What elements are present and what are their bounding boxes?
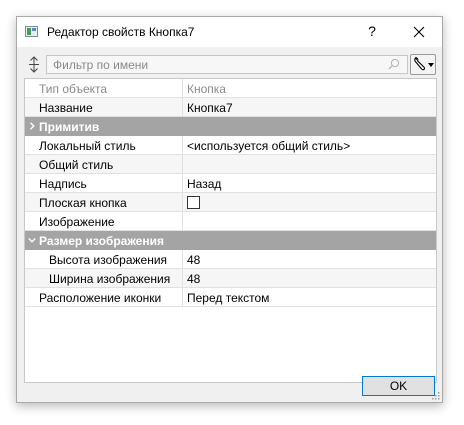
property-name: Надпись xyxy=(39,177,87,191)
category-name: Примитив xyxy=(39,120,100,134)
expand-vertical-icon[interactable] xyxy=(24,54,44,75)
property-row-icon-position[interactable]: Расположение иконки Перед текстом xyxy=(25,288,436,307)
filter-input[interactable] xyxy=(46,55,408,74)
column-separator xyxy=(182,174,183,193)
property-value[interactable]: 48 xyxy=(187,253,200,267)
property-row-image[interactable]: Изображение xyxy=(25,212,436,231)
tools-menu-button[interactable] xyxy=(410,54,436,75)
wrench-icon xyxy=(414,56,426,71)
column-separator xyxy=(182,136,183,155)
property-row-image-width[interactable]: Ширина изображения 48 xyxy=(25,269,436,288)
property-value[interactable]: Перед текстом xyxy=(187,291,269,305)
property-value[interactable]: Назад xyxy=(187,177,221,191)
property-row-name[interactable]: Название Кнопка7 xyxy=(25,98,436,117)
property-editor-dialog: Редактор свойств Кнопка7 ? Фильтр по име… xyxy=(16,16,443,403)
property-value: Кнопка xyxy=(187,82,226,96)
title-bar[interactable]: Редактор свойств Кнопка7 ? xyxy=(17,17,442,47)
category-name: Размер изображения xyxy=(39,234,164,248)
property-name: Локальный стиль xyxy=(39,139,136,153)
column-separator xyxy=(182,212,183,231)
close-button[interactable] xyxy=(409,23,429,41)
help-button[interactable]: ? xyxy=(362,23,382,39)
column-separator xyxy=(182,155,183,174)
chevron-down-icon xyxy=(428,63,434,67)
column-separator xyxy=(182,288,183,307)
chevron-right-icon[interactable] xyxy=(28,122,36,130)
property-row-object-type: Тип объекта Кнопка xyxy=(25,79,436,98)
property-row-image-height[interactable]: Высота изображения 48 xyxy=(25,250,436,269)
search-icon xyxy=(388,58,400,70)
chevron-down-icon[interactable] xyxy=(28,236,36,244)
app-window-icon xyxy=(25,26,38,37)
column-separator xyxy=(182,250,183,269)
category-row-primitive[interactable]: Примитив xyxy=(25,117,436,136)
ok-button[interactable]: OK xyxy=(362,376,435,396)
property-name: Название xyxy=(39,101,93,115)
property-grid: Тип объекта Кнопка Название Кнопка7 Прим… xyxy=(24,78,437,383)
property-value[interactable]: <используется общий стиль> xyxy=(187,139,350,153)
resize-grip-icon[interactable] xyxy=(432,392,440,400)
close-icon xyxy=(413,26,425,38)
property-row-common-style[interactable]: Общий стиль xyxy=(25,155,436,174)
property-row-caption[interactable]: Надпись Назад xyxy=(25,174,436,193)
property-name: Ширина изображения xyxy=(49,272,171,286)
property-value[interactable]: Кнопка7 xyxy=(187,101,233,115)
column-separator xyxy=(182,98,183,117)
property-name: Высота изображения xyxy=(49,253,168,267)
property-row-flat-button[interactable]: Плоская кнопка xyxy=(25,193,436,212)
flat-button-checkbox[interactable] xyxy=(187,196,200,209)
filter-bar xyxy=(24,54,436,75)
window-title: Редактор свойств Кнопка7 xyxy=(47,25,195,39)
property-name: Тип объекта xyxy=(39,82,108,96)
property-name: Изображение xyxy=(39,215,115,229)
property-row-local-style[interactable]: Локальный стиль <используется общий стил… xyxy=(25,136,436,155)
property-name: Общий стиль xyxy=(39,158,114,172)
column-separator xyxy=(182,193,183,212)
column-separator xyxy=(182,79,183,98)
property-value[interactable]: 48 xyxy=(187,272,200,286)
category-row-image-size[interactable]: Размер изображения xyxy=(25,231,436,250)
property-name: Плоская кнопка xyxy=(39,196,127,210)
column-separator xyxy=(182,269,183,288)
property-name: Расположение иконки xyxy=(39,291,162,305)
